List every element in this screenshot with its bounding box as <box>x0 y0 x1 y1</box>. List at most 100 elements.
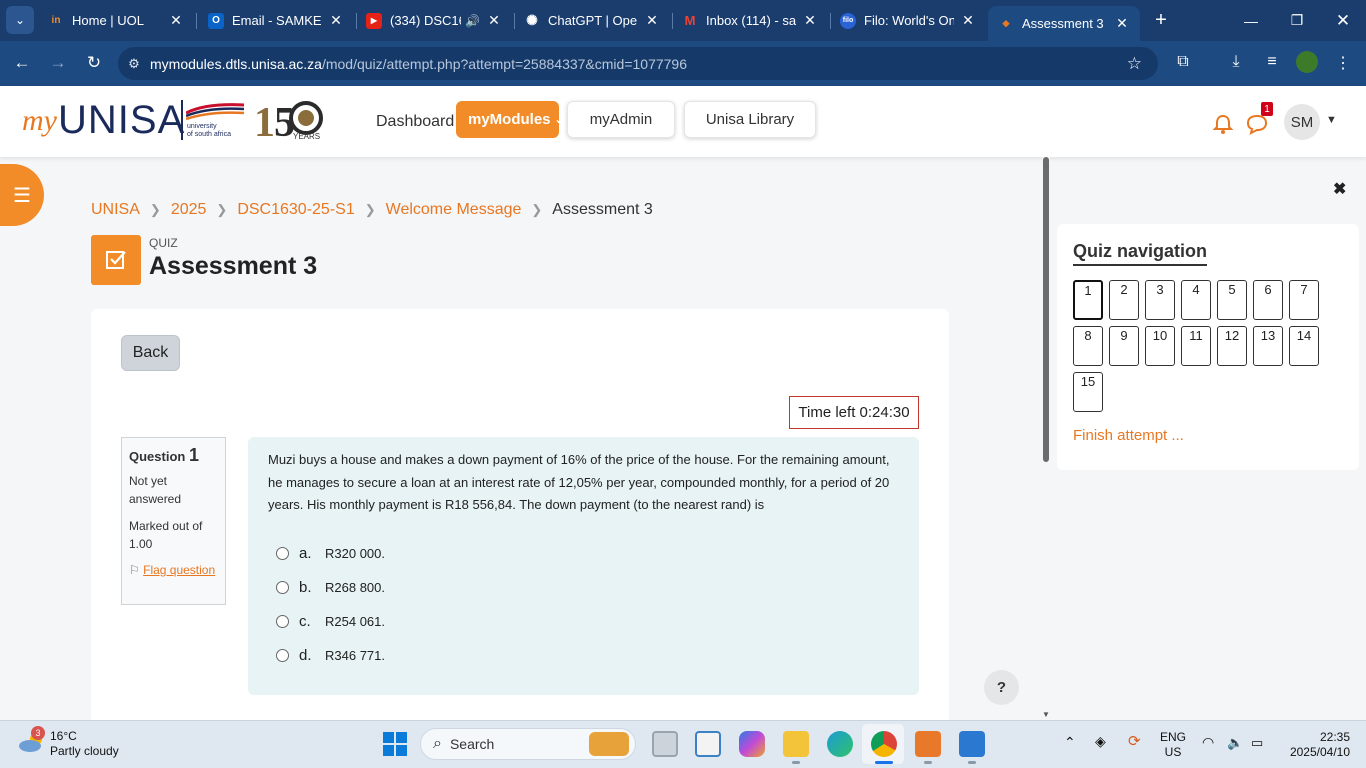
back-button[interactable]: Back <box>121 335 180 371</box>
clock[interactable]: 22:35 2025/04/10 <box>1280 730 1350 760</box>
extensions-icon[interactable]: ⧉ <box>1172 53 1194 71</box>
wifi-icon[interactable]: ◠ <box>1202 735 1214 750</box>
menu-kebab-icon[interactable]: ⋮ <box>1332 53 1354 73</box>
nav-myadmin[interactable]: myAdmin <box>567 101 675 138</box>
quiz-nav-question-9[interactable]: 9 <box>1109 326 1139 366</box>
file-explorer-icon[interactable] <box>783 731 809 757</box>
close-icon[interactable]: ✕ <box>328 12 344 29</box>
quiz-nav-question-13[interactable]: 13 <box>1253 326 1283 366</box>
address-bar[interactable]: ⚙ mymodules.dtls.unisa.ac.za/mod/quiz/at… <box>118 47 1158 80</box>
tab-email[interactable]: O Email - SAMKEL ✕ <box>198 7 354 34</box>
quiz-nav-question-6[interactable]: 6 <box>1253 280 1283 320</box>
nav-unisa-library[interactable]: Unisa Library <box>684 101 816 138</box>
tab-youtube[interactable]: ▶ (334) DSC16 🔊 ✕ <box>356 7 512 34</box>
notification-bell-icon[interactable] <box>1212 113 1234 135</box>
page-title: Assessment 3 <box>149 252 318 280</box>
minimize-button[interactable]: — <box>1228 0 1274 41</box>
quiz-nav-question-10[interactable]: 10 <box>1145 326 1175 366</box>
running-indicator <box>792 761 800 764</box>
back-arrow-icon[interactable]: ← <box>8 49 36 77</box>
security-icon[interactable]: ◈ <box>1095 734 1106 749</box>
radio-button[interactable] <box>276 649 289 662</box>
radio-button[interactable] <box>276 547 289 560</box>
quiz-nav-question-11[interactable]: 11 <box>1181 326 1211 366</box>
answer-option-b[interactable]: b. R268 800. <box>276 579 385 596</box>
language-indicator[interactable]: ENG US <box>1160 730 1186 760</box>
tab-assessment-3[interactable]: ◆ Assessment 3 (p ✕ <box>988 6 1140 41</box>
help-button[interactable]: ? <box>984 670 1019 705</box>
answer-option-c[interactable]: c. R254 061. <box>276 613 385 630</box>
site-header: my UNISA university of south africa 1 5 … <box>0 86 1366 157</box>
radio-button[interactable] <box>276 581 289 594</box>
quiz-nav-question-14[interactable]: 14 <box>1289 326 1319 366</box>
photos-icon[interactable] <box>959 731 985 757</box>
breadcrumb-current: Assessment 3 <box>552 201 653 218</box>
radio-button[interactable] <box>276 615 289 628</box>
nav-mymodules[interactable]: myModules ⌄ <box>456 101 564 138</box>
new-tab-button[interactable]: + <box>1138 0 1184 41</box>
scroll-down-icon[interactable]: ▼ <box>1042 710 1050 719</box>
close-icon[interactable]: ✕ <box>960 12 976 29</box>
tab-gmail[interactable]: M Inbox (114) - sar ✕ <box>672 7 828 34</box>
taskbar-search[interactable]: ⌕ Search <box>420 728 636 760</box>
edge-icon[interactable] <box>827 731 853 757</box>
chrome-icon[interactable] <box>871 731 897 757</box>
chevron-down-icon[interactable]: ▼ <box>1326 114 1337 126</box>
breadcrumb-item[interactable]: Welcome Message <box>386 201 522 219</box>
reload-icon[interactable]: ↻ <box>80 49 108 77</box>
restore-button[interactable]: ❐ <box>1274 0 1320 41</box>
quiz-nav-question-4[interactable]: 4 <box>1181 280 1211 320</box>
weather-widget[interactable]: 16°C Partly cloudy <box>50 729 119 759</box>
scrollbar-thumb[interactable] <box>1043 157 1049 462</box>
close-icon[interactable]: ✕ <box>486 12 502 29</box>
profile-icon[interactable] <box>1296 51 1318 73</box>
task-view-icon[interactable] <box>652 731 678 757</box>
bookmark-star-icon[interactable]: ☆ <box>1127 54 1142 74</box>
chevron-right-icon: ❯ <box>216 202 228 217</box>
quiz-nav-question-15[interactable]: 15 <box>1073 372 1103 412</box>
logo-my[interactable]: my <box>22 104 57 138</box>
media-player-icon[interactable] <box>915 731 941 757</box>
finish-attempt-link[interactable]: Finish attempt ... <box>1073 427 1184 444</box>
forward-arrow-icon[interactable]: → <box>44 49 72 77</box>
microsoft-store-icon[interactable] <box>695 731 721 757</box>
windows-start-icon[interactable] <box>382 731 408 757</box>
close-icon[interactable]: ✕ <box>1114 15 1130 32</box>
copilot-icon[interactable] <box>739 731 765 757</box>
quiz-nav-question-8[interactable]: 8 <box>1073 326 1103 366</box>
breadcrumb-item[interactable]: UNISA <box>91 201 140 219</box>
quiz-nav-question-5[interactable]: 5 <box>1217 280 1247 320</box>
flag-question-link[interactable]: ⚐ Flag question <box>129 561 218 579</box>
close-icon[interactable]: ✕ <box>644 12 660 29</box>
volume-icon[interactable]: 🔈 <box>1227 735 1243 750</box>
answer-option-d[interactable]: d. R346 771. <box>276 647 385 664</box>
messages-icon[interactable] <box>1245 113 1269 135</box>
logo-unisa[interactable]: UNISA <box>58 98 185 143</box>
tab-filo[interactable]: filo Filo: World's Onl ✕ <box>830 7 986 34</box>
breadcrumb-item[interactable]: 2025 <box>171 201 207 219</box>
answer-option-a[interactable]: a. R320 000. <box>276 545 385 562</box>
avatar[interactable]: SM <box>1284 104 1320 140</box>
quiz-nav-question-2[interactable]: 2 <box>1109 280 1139 320</box>
media-control-icon[interactable]: ≡ <box>1261 53 1283 71</box>
sync-icon[interactable]: ⟳ <box>1128 734 1141 749</box>
quiz-nav-question-1[interactable]: 1 <box>1073 280 1103 320</box>
close-window-button[interactable]: ✕ <box>1320 0 1366 41</box>
tab-chatgpt[interactable]: ✺ ChatGPT | Open ✕ <box>514 7 670 34</box>
tab-home-uol[interactable]: in Home | UOL ✕ <box>38 7 194 34</box>
nav-dashboard[interactable]: Dashboard <box>376 113 454 131</box>
close-drawer-icon[interactable]: ✖ <box>1333 179 1346 199</box>
site-info-icon[interactable]: ⚙ <box>118 56 150 72</box>
breadcrumb-item[interactable]: DSC1630-25-S1 <box>237 201 354 219</box>
close-icon[interactable]: ✕ <box>802 12 818 29</box>
speaker-icon[interactable]: 🔊 <box>465 14 480 28</box>
download-icon[interactable]: ⤓ <box>1225 53 1247 71</box>
close-icon[interactable]: ✕ <box>168 12 184 29</box>
quiz-nav-question-3[interactable]: 3 <box>1145 280 1175 320</box>
show-hidden-icons[interactable]: ⌃ <box>1064 735 1076 750</box>
quiz-nav-question-12[interactable]: 12 <box>1217 326 1247 366</box>
quiz-nav-question-7[interactable]: 7 <box>1289 280 1319 320</box>
battery-icon[interactable]: ▭ <box>1251 735 1263 750</box>
tab-search-button[interactable]: ⌄ <box>6 6 34 34</box>
course-index-toggle[interactable]: ☰ <box>0 164 44 226</box>
